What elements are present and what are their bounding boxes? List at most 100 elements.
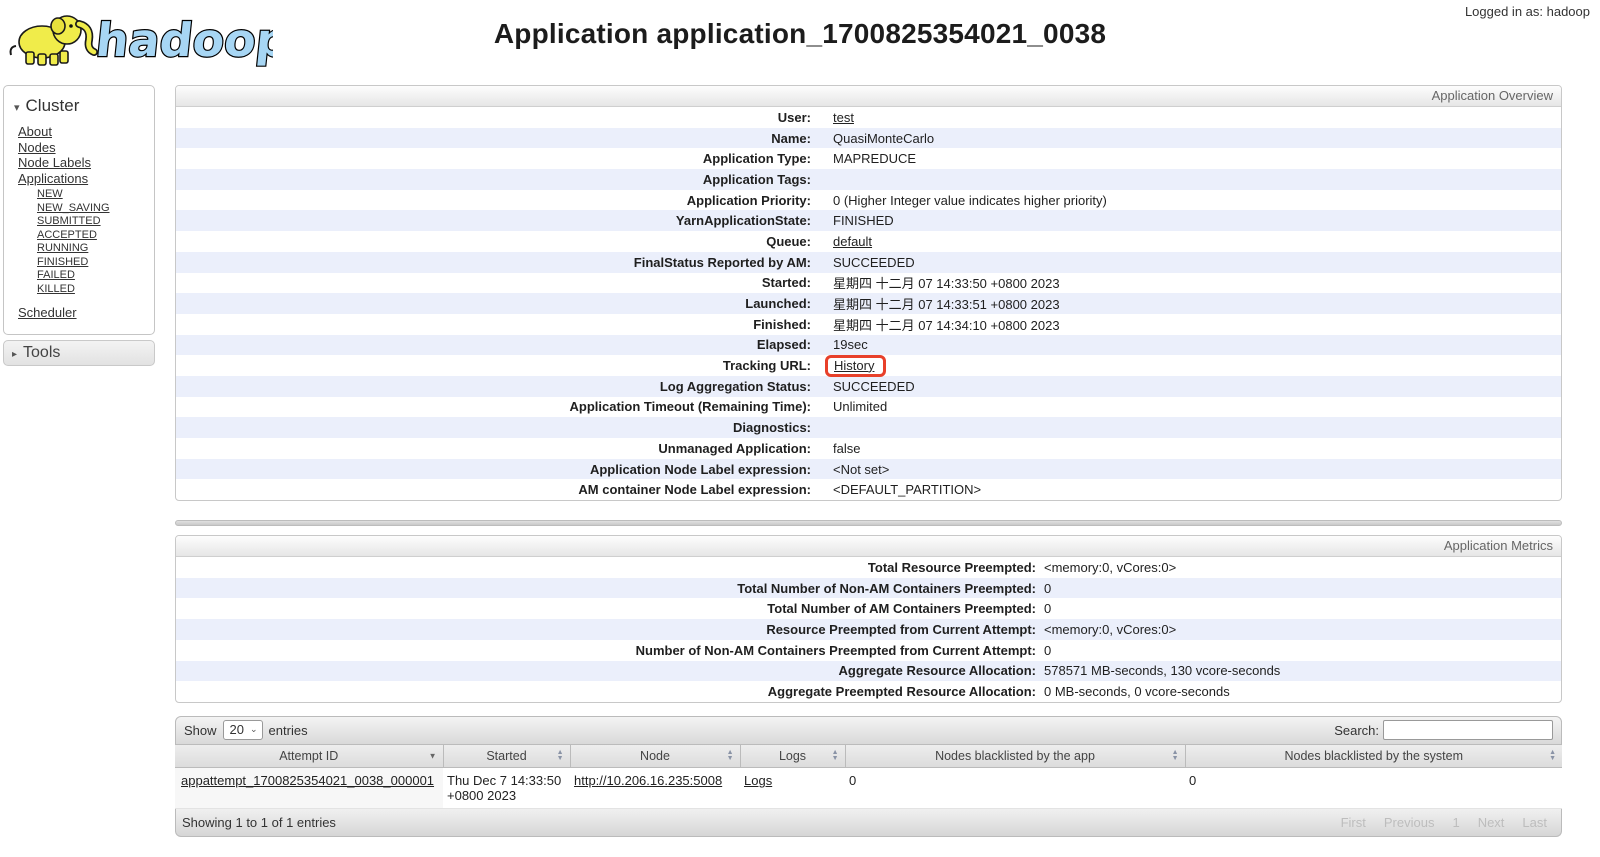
- overview-label: YarnApplicationState:: [176, 213, 811, 228]
- sidebar-item-state-new-saving[interactable]: NEW_SAVING: [37, 202, 154, 216]
- tools-panel-header[interactable]: ▸Tools: [3, 340, 155, 366]
- metrics-label: Number of Non-AM Containers Preempted fr…: [176, 643, 1036, 658]
- search-input[interactable]: [1383, 720, 1553, 740]
- overview-label: FinalStatus Reported by AM:: [176, 255, 811, 270]
- hadoop-logo-image: hadoop: [8, 4, 273, 72]
- column-label: Started: [486, 749, 526, 763]
- metrics-value: <memory:0, vCores:0>: [1036, 622, 1176, 637]
- metrics-value: 0: [1036, 643, 1051, 658]
- sidebar-item-state-killed[interactable]: KILLED: [37, 283, 154, 297]
- column-header-nodes-blacklisted-by-the-system[interactable]: Nodes blacklisted by the system ▲▼: [1185, 745, 1562, 768]
- sidebar-item-applications[interactable]: Applications: [18, 171, 154, 187]
- attempts-table-header-row: Attempt ID▼Started▲▼Node▲▼Logs▲▼Nodes bl…: [175, 745, 1562, 768]
- pagination-last[interactable]: Last: [1514, 812, 1555, 833]
- attempt-id-link[interactable]: appattempt_1700825354021_0038_000001: [181, 773, 434, 788]
- sort-both-icon: ▲▼: [1172, 750, 1179, 762]
- metrics-row: Resource Preempted from Current Attempt:…: [176, 619, 1561, 640]
- hadoop-logo: hadoop: [8, 4, 273, 77]
- sidebar-item-state-running[interactable]: RUNNING: [37, 242, 154, 256]
- column-header-node[interactable]: Node▲▼: [570, 745, 740, 768]
- application-state-links: NEWNEW_SAVINGSUBMITTEDACCEPTEDRUNNINGFIN…: [4, 188, 154, 296]
- column-header-logs[interactable]: Logs▲▼: [740, 745, 845, 768]
- sort-down-glyph: ▼: [832, 756, 839, 762]
- attempt-node-link[interactable]: http://10.206.16.235:5008: [574, 773, 722, 788]
- cluster-panel-header[interactable]: ▾Cluster: [4, 92, 154, 124]
- sort-both-icon: ▲▼: [1549, 750, 1556, 762]
- sidebar-item-state-failed[interactable]: FAILED: [37, 269, 154, 283]
- sidebar-item-state-submitted[interactable]: SUBMITTED: [37, 215, 154, 229]
- overview-row: Diagnostics:: [176, 417, 1561, 438]
- overview-value: test: [811, 110, 854, 125]
- overview-value: <DEFAULT_PARTITION>: [811, 482, 981, 497]
- metrics-label: Aggregate Preempted Resource Allocation:: [176, 684, 1036, 699]
- search-label: Search:: [1334, 723, 1379, 738]
- logged-in-status: Logged in as: hadoop: [1465, 4, 1590, 19]
- overview-label: Application Priority:: [176, 193, 811, 208]
- sidebar: ▾Cluster AboutNodesNode LabelsApplicatio…: [3, 85, 155, 366]
- show-label: Show: [184, 723, 217, 738]
- overview-label: Application Tags:: [176, 172, 811, 187]
- overview-label: Queue:: [176, 234, 811, 249]
- cluster-links: AboutNodesNode LabelsApplications: [4, 124, 154, 186]
- overview-label: AM container Node Label expression:: [176, 482, 811, 497]
- show-entries-control: Show 20 ⌄ entries: [184, 720, 308, 740]
- column-label: Attempt ID: [279, 749, 338, 763]
- sort-down-glyph: ▼: [557, 756, 564, 762]
- metrics-label: Aggregate Resource Allocation:: [176, 663, 1036, 678]
- attempt-logs-cell: Logs: [740, 768, 845, 809]
- metrics-value: 578571 MB-seconds, 130 vcore-seconds: [1036, 663, 1280, 678]
- column-label: Nodes blacklisted by the system: [1284, 749, 1463, 763]
- metrics-label: Total Number of AM Containers Preempted:: [176, 601, 1036, 616]
- metrics-row: Number of Non-AM Containers Preempted fr…: [176, 640, 1561, 661]
- overview-value-link[interactable]: test: [833, 110, 854, 125]
- attempt-logs-link[interactable]: Logs: [744, 773, 772, 788]
- metrics-value: <memory:0, vCores:0>: [1036, 560, 1176, 575]
- sidebar-item-about[interactable]: About: [18, 124, 154, 140]
- overview-value-link[interactable]: History: [834, 358, 874, 373]
- attempts-table-wrap: Show 20 ⌄ entries Search: Attempt ID▼Sta…: [175, 716, 1562, 838]
- overview-value: 0 (Higher Integer value indicates higher…: [811, 193, 1107, 208]
- overview-row: Application Type:MAPREDUCE: [176, 148, 1561, 169]
- pagination-1[interactable]: 1: [1444, 812, 1467, 833]
- entries-summary: Showing 1 to 1 of 1 entries: [182, 815, 336, 830]
- pagination: FirstPrevious1NextLast: [1333, 812, 1555, 833]
- overview-value: MAPREDUCE: [811, 151, 916, 166]
- overview-value-link[interactable]: default: [833, 234, 872, 249]
- overview-value: 19sec: [811, 337, 868, 352]
- sidebar-item-nodes[interactable]: Nodes: [18, 140, 154, 156]
- overview-value: 星期四 十二月 07 14:34:10 +0800 2023: [811, 315, 1060, 334]
- overview-label: Tracking URL:: [176, 358, 811, 373]
- overview-label: Finished:: [176, 317, 811, 332]
- metrics-label: Total Resource Preempted:: [176, 560, 1036, 575]
- overview-label: User:: [176, 110, 811, 125]
- column-header-started[interactable]: Started ▲▼: [443, 745, 570, 768]
- sidebar-item-scheduler[interactable]: Scheduler: [18, 305, 77, 320]
- column-header-nodes-blacklisted-by-the-app[interactable]: Nodes blacklisted by the app ▲▼: [845, 745, 1185, 768]
- sort-both-icon: ▲▼: [832, 750, 839, 762]
- pagination-first[interactable]: First: [1333, 812, 1374, 833]
- sidebar-item-state-new[interactable]: NEW: [37, 188, 154, 202]
- pagination-next[interactable]: Next: [1470, 812, 1513, 833]
- column-header-attempt-id[interactable]: Attempt ID▼: [175, 745, 443, 768]
- select-chevron-icon: ⌄: [250, 724, 258, 735]
- cluster-panel: ▾Cluster AboutNodesNode LabelsApplicatio…: [3, 85, 155, 335]
- sidebar-item-state-finished[interactable]: FINISHED: [37, 256, 154, 270]
- overview-value: <Not set>: [811, 462, 889, 477]
- metrics-value: 0 MB-seconds, 0 vcore-seconds: [1036, 684, 1230, 699]
- sort-down-glyph: ▼: [727, 756, 734, 762]
- overview-value: History: [811, 355, 886, 377]
- overview-row: Application Priority:0 (Higher Integer v…: [176, 190, 1561, 211]
- pagination-previous[interactable]: Previous: [1376, 812, 1443, 833]
- sidebar-item-node-labels[interactable]: Node Labels: [18, 155, 154, 171]
- page-size-select[interactable]: 20 ⌄: [223, 720, 263, 740]
- column-label: Nodes blacklisted by the app: [935, 749, 1095, 763]
- hadoop-wordmark: hadoop: [93, 13, 273, 67]
- search-control: Search:: [1334, 720, 1553, 740]
- overview-row: YarnApplicationState:FINISHED: [176, 210, 1561, 231]
- sidebar-item-state-accepted[interactable]: ACCEPTED: [37, 229, 154, 243]
- table-toolbar: Show 20 ⌄ entries Search:: [175, 716, 1562, 745]
- attempt-started-cell: Thu Dec 7 14:33:50 +0800 2023: [443, 768, 570, 809]
- page: hadoop Logged in as: hadoop Application …: [0, 0, 1600, 857]
- metrics-value: 0: [1036, 581, 1051, 596]
- sort-both-icon: ▲▼: [557, 750, 564, 762]
